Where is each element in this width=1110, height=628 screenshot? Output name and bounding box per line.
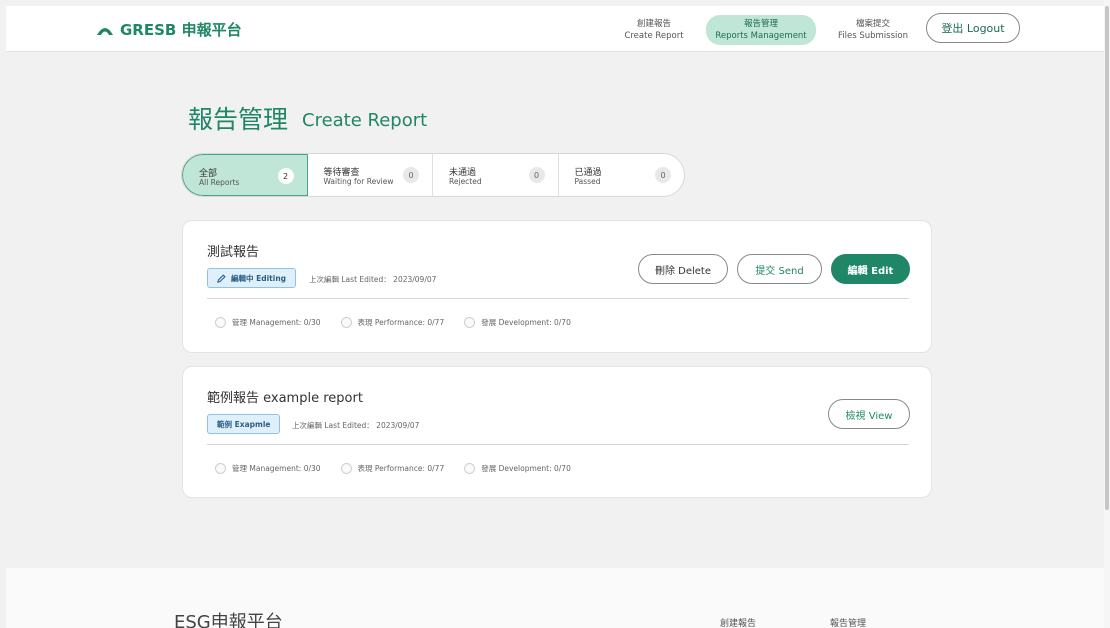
divider xyxy=(207,444,909,445)
pencil-icon xyxy=(217,273,226,283)
progress-management: 管理 Management: 0/30 xyxy=(215,463,321,474)
status-badge-label: 編輯中 Editing xyxy=(231,273,287,283)
page-title: 報告管理 xyxy=(188,105,289,134)
page-scrollbar[interactable] xyxy=(1104,0,1110,628)
report-filter-tabs: 全部 All Reports 2 等待審查 Waiting for Review… xyxy=(181,153,685,197)
tab-label-en: All Reports xyxy=(199,178,240,187)
nav-reports-management-zh: 報告管理 xyxy=(743,19,778,29)
progress-label: 發展 Development: 0/70 xyxy=(481,318,571,327)
tab-count-badge: 2 xyxy=(277,168,294,184)
progress-circle-icon xyxy=(340,463,352,474)
progress-circle-icon xyxy=(464,317,476,328)
send-button[interactable]: 提交 Send xyxy=(737,254,822,284)
report-card: 範例報告 example report 範例 Exapmle 上次編輯 Last… xyxy=(182,366,932,498)
progress-circle-icon xyxy=(215,463,226,474)
tab-rejected[interactable]: 未通過 Rejected 0 xyxy=(433,154,559,196)
tab-all-reports[interactable]: 全部 All Reports 2 xyxy=(182,154,308,196)
last-edited-text: 上次編輯 Last Edited： 2023/09/07 xyxy=(292,421,420,430)
tab-count-badge: 0 xyxy=(403,167,419,183)
tab-passed[interactable]: 已通過 Passed 0 xyxy=(559,154,685,196)
progress-row: 管理 Management: 0/30 表現 Performance: 0/77… xyxy=(215,463,571,474)
progress-label: 發展 Development: 0/70 xyxy=(481,464,571,473)
tab-count-badge: 0 xyxy=(655,167,671,183)
brand-name: GRESB 申報平台 xyxy=(120,21,242,39)
footer-title: ESG申報平台 xyxy=(174,612,283,628)
progress-circle-icon xyxy=(464,463,476,474)
footer: ESG申報平台 創建報告 報告管理 xyxy=(6,568,1104,628)
report-card: 測試報告 編輯中 Editing 上次編輯 Last Edited： 2023/… xyxy=(182,220,932,353)
progress-label: 表現 Performance: 0/77 xyxy=(357,318,445,327)
page-subtitle: Create Report xyxy=(302,110,428,131)
report-title: 測試報告 xyxy=(207,245,260,260)
nav-files-submission-zh: 檔案提交 xyxy=(855,19,890,29)
progress-label: 管理 Management: 0/30 xyxy=(232,318,321,327)
progress-circle-icon xyxy=(215,317,226,328)
report-title: 範例報告 example report xyxy=(207,391,363,406)
progress-label: 管理 Management: 0/30 xyxy=(232,464,321,473)
nav-create-report-en: Create Report xyxy=(624,31,684,41)
tab-count-badge: 0 xyxy=(528,167,545,183)
logout-button[interactable]: 登出 Logout xyxy=(926,13,1020,43)
divider xyxy=(207,298,909,299)
delete-button[interactable]: 刪除 Delete xyxy=(638,254,728,284)
status-badge-label: 範例 Exapmle xyxy=(217,419,271,429)
last-edited-text: 上次編輯 Last Edited： 2023/09/07 xyxy=(309,275,437,284)
tab-label-en: Waiting for Review xyxy=(323,177,394,186)
arch-logo-icon xyxy=(97,27,113,35)
brand-logo[interactable]: GRESB 申報平台 xyxy=(96,19,242,40)
top-navbar: GRESB 申報平台 創建報告 Create Report 報告管理 Repor… xyxy=(6,6,1104,52)
nav-reports-management-en: Reports Management xyxy=(715,31,807,41)
nav-create-report-zh: 創建報告 xyxy=(636,19,671,29)
nav-files-submission-en: Files Submission xyxy=(838,31,908,41)
nav-files-submission[interactable]: 檔案提交 Files Submission xyxy=(830,15,916,45)
view-button[interactable]: 檢視 View xyxy=(828,399,910,429)
progress-label: 表現 Performance: 0/77 xyxy=(357,464,445,473)
status-badge: 編輯中 Editing xyxy=(207,268,297,288)
progress-development: 發展 Development: 0/70 xyxy=(464,463,571,474)
footer-link-reports-management[interactable]: 報告管理 xyxy=(830,616,866,628)
status-badge: 範例 Exapmle xyxy=(207,414,281,434)
progress-performance: 表現 Performance: 0/77 xyxy=(340,317,445,328)
scrollbar-thumb[interactable] xyxy=(1105,6,1109,510)
tab-label-en: Rejected xyxy=(449,177,482,186)
tab-label-en: Passed xyxy=(574,177,601,186)
progress-row: 管理 Management: 0/30 表現 Performance: 0/77… xyxy=(215,317,571,328)
progress-performance: 表現 Performance: 0/77 xyxy=(340,463,445,474)
nav-create-report[interactable]: 創建報告 Create Report xyxy=(612,15,696,45)
edit-button[interactable]: 編輯 Edit xyxy=(831,254,910,284)
progress-development: 發展 Development: 0/70 xyxy=(464,317,571,328)
progress-management: 管理 Management: 0/30 xyxy=(215,317,321,328)
progress-circle-icon xyxy=(340,317,352,328)
footer-link-create-report[interactable]: 創建報告 xyxy=(720,616,756,628)
tab-waiting-for-review[interactable]: 等待審查 Waiting for Review 0 xyxy=(308,154,433,196)
nav-reports-management[interactable]: 報告管理 Reports Management xyxy=(706,15,816,45)
